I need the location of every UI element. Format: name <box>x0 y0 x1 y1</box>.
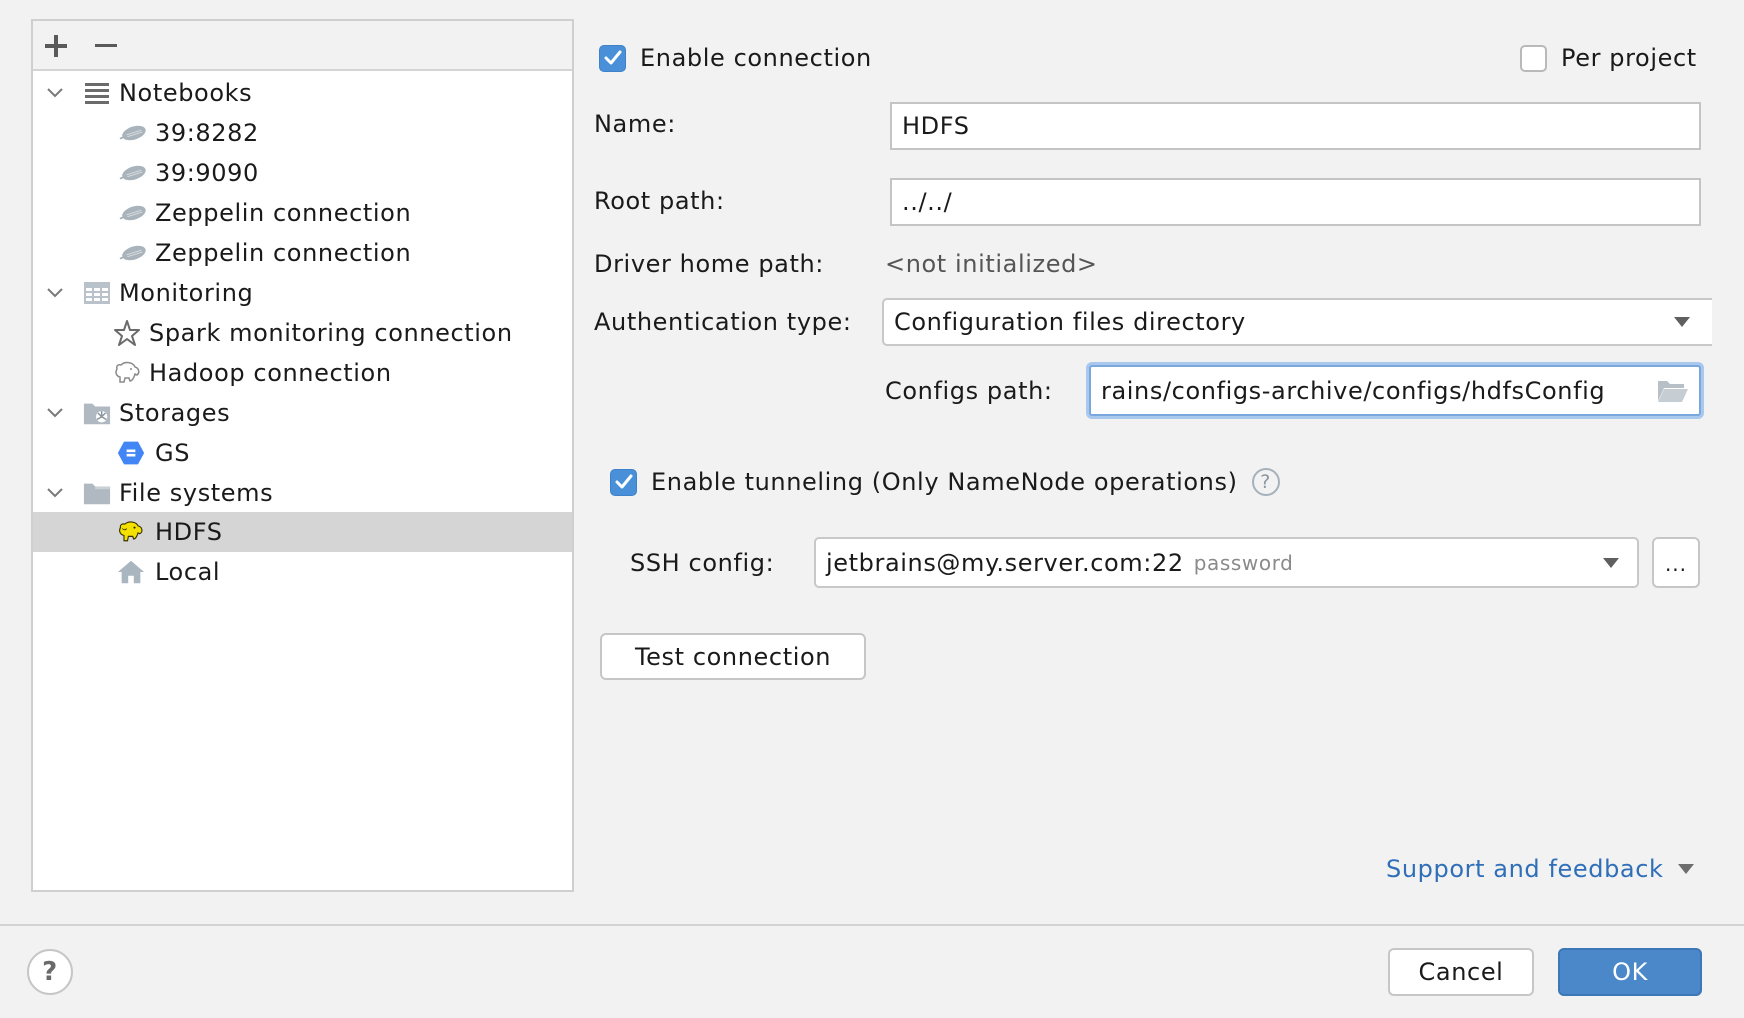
ssh-config-dropdown[interactable]: jetbrains@my.server.com:22 password <box>814 537 1639 588</box>
cancel-label: Cancel <box>1418 958 1504 986</box>
tree-item-label: Zeppelin connection <box>155 239 412 267</box>
tree-group-label: Storages <box>119 399 231 427</box>
configs-path-label: Configs path: <box>885 377 1053 405</box>
ssh-config-label: SSH config: <box>630 549 775 577</box>
tree-item[interactable]: GS <box>33 433 572 473</box>
tree-item-selected[interactable]: HDFS <box>33 512 572 552</box>
per-project-checkbox[interactable]: Per project <box>1520 44 1697 72</box>
ellipsis-label: ... <box>1664 552 1688 576</box>
driver-home-path-label: Driver home path: <box>594 250 824 278</box>
tree-item[interactable]: Hadoop connection <box>33 353 572 393</box>
tree-item-label: Hadoop connection <box>149 359 392 387</box>
configs-path-input-value: rains/configs-archive/configs/hdfsConfig <box>1101 376 1606 405</box>
tree-item[interactable]: 39:8282 <box>33 113 572 153</box>
chevron-down-icon[interactable] <box>45 483 65 503</box>
chevron-down-icon[interactable] <box>45 283 65 303</box>
ok-button[interactable]: OK <box>1558 948 1702 996</box>
help-button[interactable]: ? <box>27 949 73 995</box>
help-tooltip-icon[interactable]: ? <box>1251 468 1280 496</box>
folder-icon <box>83 479 111 507</box>
add-connection-button[interactable] <box>39 29 73 63</box>
home-icon <box>117 558 145 586</box>
hadoop-elephant-yellow-icon <box>117 518 145 546</box>
tree-item-label: Zeppelin connection <box>155 199 412 227</box>
tree-group-label: File systems <box>119 479 274 507</box>
tree-group-label: Monitoring <box>119 279 254 307</box>
dropdown-arrow-icon <box>1603 557 1619 568</box>
zeppelin-icon <box>119 239 147 267</box>
tree-item[interactable]: Zeppelin connection <box>33 193 572 233</box>
authentication-type-label: Authentication type: <box>594 308 852 336</box>
footer-separator <box>0 924 1744 926</box>
driver-home-path-value: <not initialized> <box>885 250 1098 278</box>
remove-connection-button[interactable] <box>89 29 123 63</box>
enable-connection-label: Enable connection <box>640 44 872 72</box>
tree-item-label: 39:9090 <box>155 159 259 187</box>
tree-group-monitoring[interactable]: Monitoring <box>33 273 572 313</box>
plus-icon <box>45 35 67 57</box>
ssh-config-value: jetbrains@my.server.com:22 <box>826 548 1184 577</box>
folder-open-icon[interactable] <box>1651 379 1689 409</box>
tree-item[interactable]: Spark monitoring connection <box>33 313 572 353</box>
tree-item-label: 39:8282 <box>155 119 259 147</box>
enable-tunneling-checkbox[interactable]: Enable tunneling (Only NameNode operatio… <box>610 468 1280 496</box>
tree-item-label: HDFS <box>155 518 223 546</box>
connections-tree-panel: Notebooks 39:8282 39:9090 Zeppelin conne… <box>31 19 574 892</box>
zeppelin-icon <box>119 119 147 147</box>
configs-path-input[interactable]: rains/configs-archive/configs/hdfsConfig <box>1089 365 1701 416</box>
dropdown-arrow-icon[interactable] <box>1677 864 1694 874</box>
authentication-type-value: Configuration files directory <box>894 308 1246 336</box>
name-input-value: HDFS <box>902 112 970 140</box>
cancel-button[interactable]: Cancel <box>1388 948 1534 996</box>
ssh-config-browse-button[interactable]: ... <box>1652 537 1700 588</box>
checkmark-icon <box>604 50 621 65</box>
tree-toolbar <box>33 21 572 71</box>
tree-group-label: Notebooks <box>119 79 253 107</box>
enable-tunneling-label: Enable tunneling (Only NameNode operatio… <box>651 468 1238 496</box>
chevron-down-icon[interactable] <box>45 83 65 103</box>
ok-label: OK <box>1612 958 1648 986</box>
checkbox-unchecked[interactable] <box>1520 44 1547 72</box>
per-project-label: Per project <box>1561 44 1697 72</box>
tree-item[interactable]: 39:9090 <box>33 153 572 193</box>
zeppelin-icon <box>119 199 147 227</box>
help-icon: ? <box>42 957 58 987</box>
authentication-type-dropdown[interactable]: Configuration files directory <box>882 298 1712 346</box>
name-label: Name: <box>594 110 676 138</box>
root-path-input-value: ../../ <box>902 188 953 216</box>
tree-item-label: GS <box>155 439 191 467</box>
google-storage-icon <box>117 439 145 467</box>
storage-folder-icon <box>83 399 111 427</box>
table-icon <box>83 279 111 307</box>
minus-icon <box>95 44 117 47</box>
tree-group-file-systems[interactable]: File systems <box>33 473 572 513</box>
test-connection-label: Test connection <box>634 642 832 671</box>
checkbox-checked[interactable] <box>610 468 637 496</box>
tree-item[interactable]: Zeppelin connection <box>33 233 572 273</box>
tree-item-label: Spark monitoring connection <box>149 319 513 347</box>
test-connection-button[interactable]: Test connection <box>600 633 866 680</box>
name-input[interactable]: HDFS <box>890 102 1701 150</box>
support-and-feedback-link[interactable]: Support and feedback <box>1386 855 1694 883</box>
checkbox-checked[interactable] <box>599 44 626 72</box>
enable-connection-checkbox[interactable]: Enable connection <box>599 44 872 72</box>
tree-group-notebooks[interactable]: Notebooks <box>33 73 572 113</box>
root-path-label: Root path: <box>594 187 725 215</box>
checkmark-icon <box>615 474 632 489</box>
hadoop-elephant-outline-icon <box>113 359 141 387</box>
support-and-feedback-label: Support and feedback <box>1386 855 1664 883</box>
root-path-input[interactable]: ../../ <box>890 178 1701 226</box>
tree-item[interactable]: Local <box>33 552 572 592</box>
tree-item-label: Local <box>155 558 221 586</box>
chevron-down-icon[interactable] <box>45 403 65 423</box>
ssh-config-hint: password <box>1193 550 1294 575</box>
dropdown-arrow-icon <box>1674 317 1690 327</box>
zeppelin-icon <box>119 159 147 187</box>
list-icon <box>83 79 111 107</box>
tree-group-storages[interactable]: Storages <box>33 393 572 433</box>
spark-star-icon <box>113 319 141 347</box>
